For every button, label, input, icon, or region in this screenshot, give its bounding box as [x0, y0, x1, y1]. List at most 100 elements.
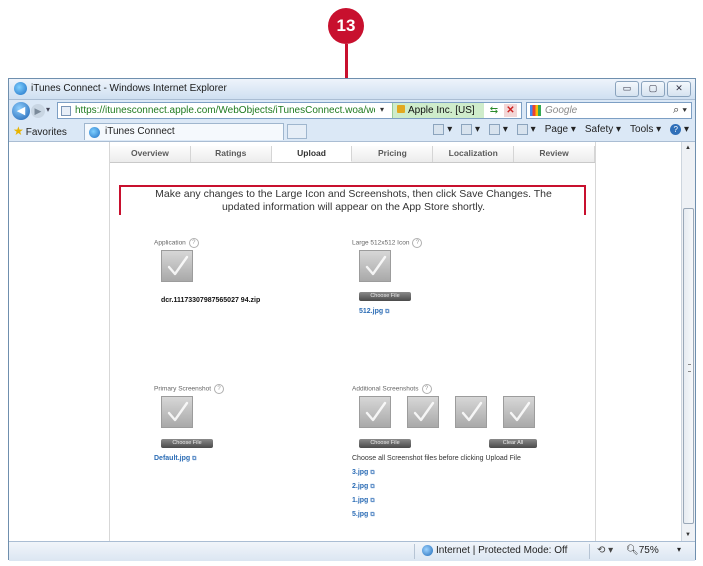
- help-question-icon[interactable]: ?: [188, 238, 199, 248]
- external-link-icon: ⧉: [370, 470, 375, 476]
- tab-overview[interactable]: Overview: [110, 146, 191, 162]
- home-icon: [433, 124, 445, 135]
- security-zone[interactable]: Internet | Protected Mode: Off: [422, 545, 567, 556]
- page-icon: [61, 106, 71, 116]
- mail-button[interactable]: ▾: [489, 124, 508, 135]
- checkmark-icon: [167, 255, 189, 276]
- additional-screenshot-thumbnail: [455, 396, 487, 428]
- feeds-icon: [461, 124, 473, 135]
- print-button[interactable]: ▾: [516, 124, 536, 135]
- primary-screenshot-file-link[interactable]: Default.jpg ⧉: [154, 455, 196, 463]
- additional-screenshot-thumbnail: [503, 396, 535, 428]
- screenshot-file-name: 5.jpg: [352, 511, 369, 518]
- external-link-icon: ⧉: [385, 309, 390, 315]
- globe-icon: [422, 545, 433, 556]
- zoom-value: 75%: [638, 545, 659, 556]
- cert-label: Apple Inc. [US]: [408, 105, 475, 116]
- stop-icon[interactable]: ✕: [504, 104, 517, 117]
- tab-ratings[interactable]: Ratings: [190, 146, 272, 162]
- security-zone-text: Internet | Protected Mode: Off: [436, 545, 568, 557]
- clear-all-button[interactable]: Clear All: [489, 439, 537, 448]
- large-icon-thumbnail: [359, 250, 391, 282]
- page-menu[interactable]: Page ▾: [545, 124, 576, 135]
- primary-screenshot-file-name: Default.jpg: [154, 455, 191, 462]
- additional-screenshot-thumbnail: [407, 396, 439, 428]
- title-bar: iTunes Connect - Windows Internet Explor…: [9, 79, 695, 100]
- zoom-level[interactable]: 🔍︎75%: [626, 545, 659, 556]
- large-icon-file-link[interactable]: 512.jpg ⧉: [359, 308, 389, 316]
- help-button[interactable]: ? ▾: [670, 124, 689, 135]
- search-icon[interactable]: ⌕ ▾: [673, 104, 687, 117]
- favorites-button[interactable]: ★ Favorites: [13, 124, 67, 138]
- vertical-scrollbar[interactable]: ▲ ▼: [681, 142, 695, 541]
- tab-pricing[interactable]: Pricing: [352, 146, 434, 162]
- home-button[interactable]: ▾: [433, 124, 452, 135]
- url-field[interactable]: https://itunesconnect.apple.com/WebObjec…: [57, 102, 522, 119]
- screenshot-file-name: 2.jpg: [352, 483, 369, 490]
- window-title: iTunes Connect - Windows Internet Explor…: [31, 83, 227, 94]
- app-tabs: Overview Ratings Upload Pricing Localiza…: [110, 146, 595, 163]
- help-question-icon[interactable]: ?: [421, 384, 432, 394]
- url-text: https://itunesconnect.apple.com/WebObjec…: [75, 105, 375, 116]
- search-field[interactable]: Google ⌕ ▾: [526, 102, 692, 119]
- tools-menu[interactable]: Tools ▾: [630, 124, 661, 135]
- help-question-icon[interactable]: ?: [214, 384, 225, 394]
- feeds-button[interactable]: ▾: [461, 124, 480, 135]
- scroll-up-arrow-icon[interactable]: ▲: [685, 145, 691, 151]
- forward-arrow-icon[interactable]: ▶: [31, 104, 45, 118]
- window-controls: ▭ ▢ ✕: [615, 81, 691, 97]
- upload-instruction: Choose all Screenshot files before click…: [352, 455, 521, 462]
- refresh-icon[interactable]: ⇆: [487, 104, 501, 117]
- application-thumbnail: [161, 250, 193, 282]
- primary-screenshot-label: Primary Screenshot?: [154, 384, 225, 394]
- screenshot-file-name: 1.jpg: [352, 497, 369, 504]
- itunes-favicon-icon: [89, 127, 100, 138]
- minimize-button[interactable]: ▭: [615, 81, 639, 97]
- screenshot-file-link[interactable]: 1.jpg ⧉: [352, 497, 375, 505]
- external-link-icon: ⧉: [370, 512, 375, 518]
- screenshot-file-link[interactable]: 3.jpg ⧉: [352, 469, 375, 477]
- callout-badge: 13: [328, 8, 364, 44]
- primary-screenshot-choose-file-button[interactable]: Choose File: [161, 439, 213, 448]
- lock-icon: [397, 105, 405, 113]
- safety-menu[interactable]: Safety ▾: [585, 124, 621, 135]
- url-dropdown-icon[interactable]: ▾: [380, 105, 384, 114]
- history-dropdown-icon[interactable]: ▾: [46, 105, 50, 114]
- checkmark-icon: [167, 401, 189, 422]
- back-arrow-icon[interactable]: ◀: [12, 102, 30, 120]
- print-icon: [516, 124, 528, 135]
- address-bar: ◀ ▶ ▾ https://itunesconnect.apple.com/We…: [9, 100, 695, 122]
- search-placeholder: Google: [545, 105, 578, 116]
- checkmark-icon: [365, 255, 387, 276]
- favorites-bar: ★ Favorites iTunes Connect ▾ ▾ ▾ ▾ Page ▾…: [9, 122, 695, 142]
- application-label-text: Application: [154, 239, 186, 247]
- command-bar: ▾ ▾ ▾ ▾ Page ▾ Safety ▾ Tools ▾ ? ▾: [433, 124, 689, 135]
- mail-icon: [489, 124, 501, 135]
- notice-line-2: updated information will appear on the A…: [221, 201, 486, 213]
- checkmark-icon: [365, 401, 387, 422]
- external-link-icon: ⧉: [370, 484, 375, 490]
- security-certificate[interactable]: Apple Inc. [US]: [392, 103, 484, 118]
- external-link-icon: ⧉: [370, 498, 375, 504]
- screenshot-file-link[interactable]: 2.jpg ⧉: [352, 483, 375, 491]
- ie-logo-icon: [14, 82, 27, 95]
- large-icon-choose-file-button[interactable]: Choose File: [359, 292, 411, 301]
- refresh-status-icon[interactable]: ⟲ ▾: [597, 545, 613, 556]
- zoom-magnifier-icon: 🔍︎: [626, 545, 639, 556]
- zoom-dropdown-icon[interactable]: ▾: [677, 545, 681, 554]
- new-tab-button[interactable]: [287, 124, 307, 139]
- help-question-icon[interactable]: ?: [412, 238, 423, 248]
- scroll-thumb[interactable]: [683, 208, 694, 524]
- screenshot-file-link[interactable]: 5.jpg ⧉: [352, 511, 375, 519]
- tab-title: iTunes Connect: [105, 126, 175, 137]
- primary-screenshot-thumbnail: [161, 396, 193, 428]
- maximize-button[interactable]: ▢: [641, 81, 665, 97]
- scroll-down-arrow-icon[interactable]: ▼: [685, 532, 691, 538]
- scroll-grip: [688, 364, 691, 372]
- tab-upload[interactable]: Upload: [271, 146, 353, 162]
- browser-tab[interactable]: iTunes Connect: [84, 123, 284, 140]
- tab-localization[interactable]: Localization: [433, 146, 515, 162]
- close-button[interactable]: ✕: [667, 81, 691, 97]
- additional-screenshots-choose-file-button[interactable]: Choose File: [359, 439, 411, 448]
- tab-review[interactable]: Review: [514, 146, 595, 162]
